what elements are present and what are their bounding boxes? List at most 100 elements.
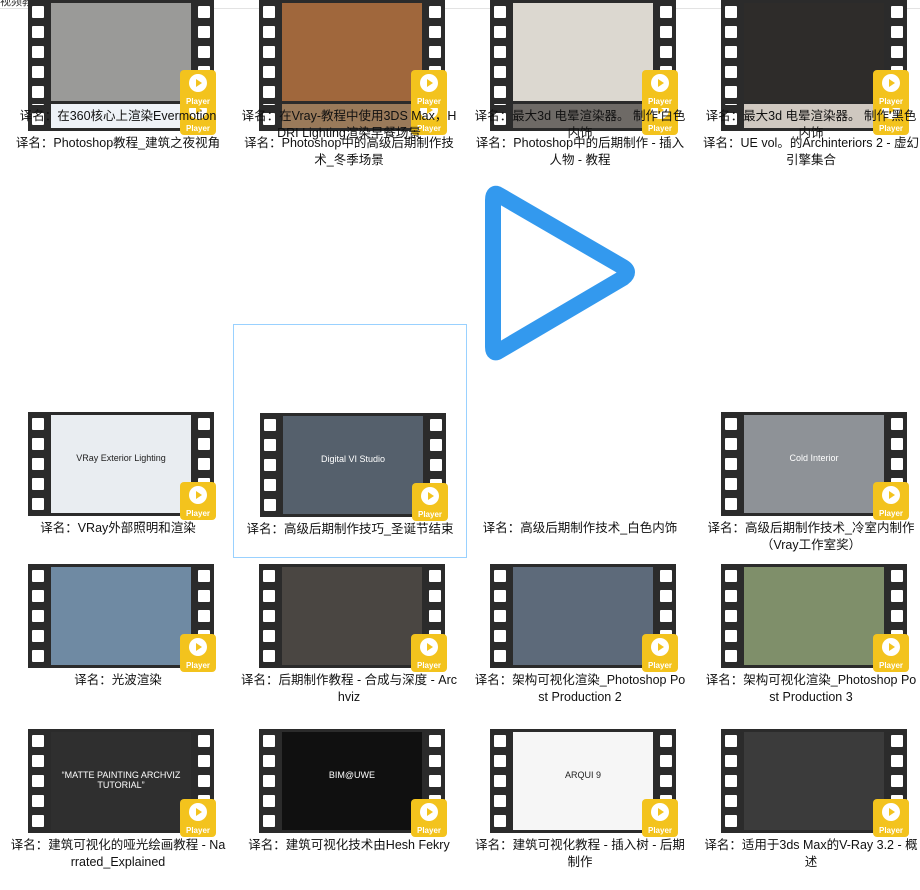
thumbnail-text: BIM@UWE xyxy=(328,770,376,780)
player-badge-icon: Player xyxy=(642,634,678,672)
thumbnail-text: Cold Interior xyxy=(789,453,839,463)
player-badge-label: Player xyxy=(878,509,904,518)
video-file-item[interactable]: Player 译名：适用于3ds Max的V-Ray 3.2 - 概述 xyxy=(695,729,920,869)
player-badge-icon: Player xyxy=(180,70,216,108)
file-name-label: 译名：最大3d 电晕渲染器。 制作'白色内饰 xyxy=(474,109,686,140)
file-name-label: 译名：建筑可视化技术由Hesh Fekry xyxy=(248,838,450,852)
film-strip-edge xyxy=(490,729,510,833)
video-file-item[interactable]: Player 译名：光波渲染 xyxy=(2,564,234,704)
film-reel-thumbnail: Player xyxy=(721,0,909,108)
video-thumbnail-icon xyxy=(744,732,884,830)
player-badge-label: Player xyxy=(185,661,211,670)
film-strip-edge xyxy=(28,0,48,104)
file-name-label: 译名：适用于3ds Max的V-Ray 3.2 - 概述 xyxy=(704,838,918,869)
file-name-label: 译名：架构可视化渲染_Photoshop Post Production 2 xyxy=(474,673,686,704)
thumbnail-text: “MATTE PAINTING ARCHVIZ TUTORIAL” xyxy=(61,770,181,790)
player-badge-label: Player xyxy=(647,826,673,835)
player-badge-icon: Player xyxy=(180,482,216,520)
film-reel-thumbnail: ARQUI 9 Player xyxy=(490,729,678,837)
player-badge-label: Player xyxy=(416,97,442,106)
film-reel-thumbnail: Player xyxy=(721,729,909,837)
video-file-item[interactable]: Player 译名：最大3d 电晕渲染器。 制作'白色内饰 xyxy=(464,0,696,140)
player-badge-label: Player xyxy=(878,661,904,670)
file-name-label: 译名：后期制作教程 - 合成与深度 - Archviz xyxy=(241,673,457,704)
video-file-item[interactable]: Digital VI Studio Player 译名：高级后期制作技巧_圣诞节结束 xyxy=(233,324,467,558)
film-reel-thumbnail: Player xyxy=(490,0,678,108)
file-name-label: 译名：在Vray-教程中使用3DS Max，HDRI Lighting渲染早餐场… xyxy=(241,109,457,140)
video-thumbnail-icon xyxy=(513,3,653,101)
film-strip-edge xyxy=(721,729,741,833)
player-badge-icon: Player xyxy=(642,799,678,837)
film-reel-thumbnail: Player xyxy=(259,564,447,672)
file-name-label: 译名：建筑可视化的哑光绘画教程 - Narrated_Explained xyxy=(10,838,226,869)
film-strip-edge xyxy=(260,413,280,517)
thumbnail-text: ARQUI 9 xyxy=(564,770,601,780)
film-reel-thumbnail: Digital VI Studio Player xyxy=(260,413,448,521)
player-badge-icon: Player xyxy=(180,799,216,837)
file-name-label: 译名：在360核心上渲染Evermotion xyxy=(19,109,217,123)
file-name-label: 译名：VRay外部照明和渲染 xyxy=(40,521,196,535)
film-strip-edge xyxy=(28,564,48,668)
film-strip-edge xyxy=(259,0,279,104)
film-strip-edge xyxy=(721,412,741,516)
video-file-item[interactable]: Player 译名：架构可视化渲染_Photoshop Post Producti… xyxy=(464,564,696,704)
file-name-label: 译名：建筑可视化教程 - 插入树 - 后期制作 xyxy=(475,838,685,869)
file-name-label: 译名：光波渲染 xyxy=(74,673,162,687)
video-file-item[interactable]: “MATTE PAINTING ARCHVIZ TUTORIAL” Player 译… xyxy=(2,729,234,869)
player-badge-label: Player xyxy=(416,661,442,670)
video-thumbnail-icon xyxy=(744,567,884,665)
player-badge-label: Player xyxy=(647,661,673,670)
video-file-item[interactable]: BIM@UWE Player 译名：建筑可视化技术由Hesh Fekry xyxy=(233,729,465,869)
file-name-label: 译名：高级后期制作技术_白色内饰 xyxy=(482,521,678,535)
play-icon[interactable] xyxy=(485,175,640,370)
video-file-item[interactable]: Player 译名：最大3d 电晕渲染器。 制作'黑色内饰 xyxy=(695,0,920,140)
video-thumbnail-icon xyxy=(51,3,191,101)
film-strip-edge xyxy=(721,564,741,668)
video-file-item[interactable]: Cold Interior Player 译名：高级后期制作技术_冷室内制作（Vra… xyxy=(695,412,920,552)
file-name-label: 译名：架构可视化渲染_Photoshop Post Production 3 xyxy=(705,673,917,704)
video-file-item[interactable]: Player 译名：架构可视化渲染_Photoshop Post Producti… xyxy=(695,564,920,704)
film-reel-thumbnail: Cold Interior Player xyxy=(721,412,909,520)
thumbnail-text: VRay Exterior Lighting xyxy=(76,453,166,463)
player-badge-icon: Player xyxy=(873,634,909,672)
player-badge-icon: Player xyxy=(411,799,447,837)
player-badge-icon: Player xyxy=(411,70,447,108)
player-badge-label: Player xyxy=(185,97,211,106)
player-badge-label: Player xyxy=(647,97,673,106)
film-reel-thumbnail: Player xyxy=(259,0,447,108)
player-badge-label: Player xyxy=(878,97,904,106)
player-badge-icon: Player xyxy=(180,634,216,672)
video-thumbnail-icon: Digital VI Studio xyxy=(283,416,423,514)
film-strip-edge xyxy=(490,0,510,104)
player-badge-label: Player xyxy=(416,826,442,835)
video-file-item[interactable]: VRay Exterior Lighting Player 译名：VRay外部照明和… xyxy=(2,412,234,552)
file-name-label: 译名：高级后期制作技术_冷室内制作（Vray工作室奖） xyxy=(707,521,915,552)
video-thumbnail-icon xyxy=(282,3,422,101)
film-strip-edge xyxy=(259,564,279,668)
file-name-label: 译名：最大3d 电晕渲染器。 制作'黑色内饰 xyxy=(705,109,917,140)
film-reel-thumbnail: VRay Exterior Lighting Player xyxy=(28,412,216,520)
film-reel-thumbnail: Player xyxy=(721,564,909,672)
film-reel-thumbnail: Player xyxy=(490,564,678,672)
film-strip-edge xyxy=(28,729,48,833)
film-strip-edge xyxy=(28,412,48,516)
player-badge-icon: Player xyxy=(873,482,909,520)
video-thumbnail-icon: Cold Interior xyxy=(744,415,884,513)
player-badge-icon: Player xyxy=(412,483,448,521)
video-file-item[interactable]: Player 译名：在360核心上渲染Evermotion xyxy=(2,0,234,140)
video-thumbnail-icon: VRay Exterior Lighting xyxy=(51,415,191,513)
player-badge-icon: Player xyxy=(411,634,447,672)
grid-empty-slot xyxy=(2,260,234,400)
file-name-label: 译名：高级后期制作技巧_圣诞节结束 xyxy=(246,522,454,536)
video-file-item[interactable]: 译名：高级后期制作技术_白色内饰 xyxy=(464,412,696,552)
video-thumbnail-icon: ARQUI 9 xyxy=(513,732,653,830)
film-reel-thumbnail: Player xyxy=(28,0,216,108)
film-reel-thumbnail: Player xyxy=(28,564,216,672)
player-badge-label: Player xyxy=(878,826,904,835)
player-badge-label: Player xyxy=(417,510,443,519)
video-file-item[interactable]: Player 译名：在Vray-教程中使用3DS Max，HDRI Lightin… xyxy=(233,0,465,140)
video-file-item[interactable]: Player 译名：后期制作教程 - 合成与深度 - Archviz xyxy=(233,564,465,704)
video-file-item[interactable]: ARQUI 9 Player 译名：建筑可视化教程 - 插入树 - 后期制作 xyxy=(464,729,696,869)
grid-empty-slot xyxy=(695,260,920,400)
video-thumbnail-icon xyxy=(51,567,191,665)
